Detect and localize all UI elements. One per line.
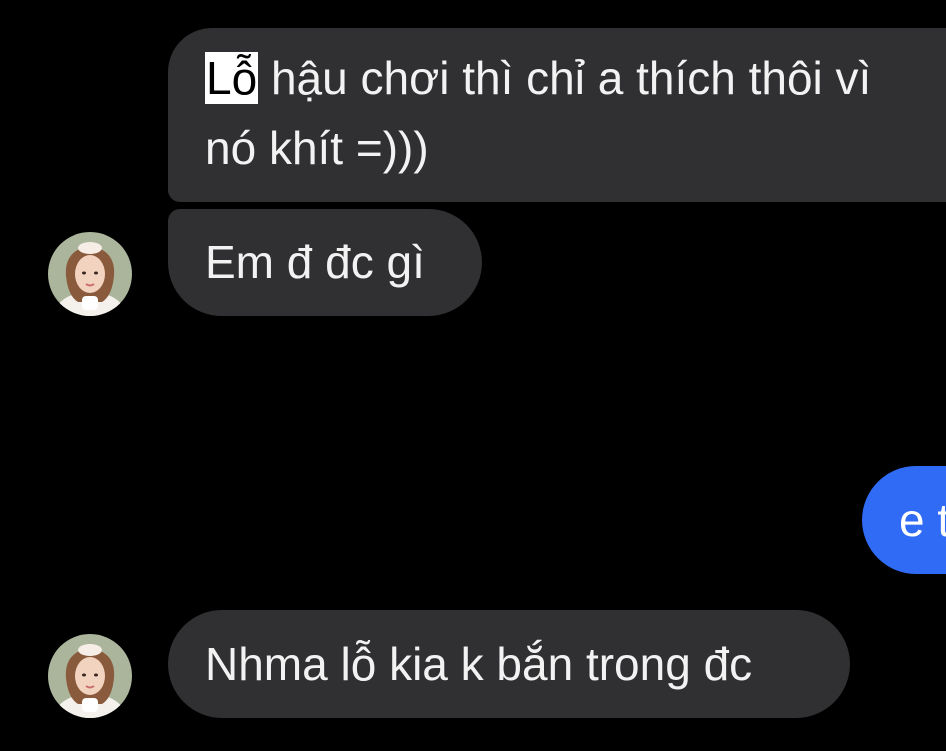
message-bubble-incoming[interactable]: Nhma lỗ kia k bắn trong đc [168, 610, 850, 718]
avatar-image [48, 634, 132, 718]
message-bubble-incoming[interactable]: Lỗ hậu chơi thì chỉ a thích thôi vì nó k… [168, 28, 946, 202]
text-selection-highlight[interactable]: Lỗ [205, 52, 259, 104]
contact-avatar[interactable] [48, 232, 132, 316]
chat-thread: Lỗ hậu chơi thì chỉ a thích thôi vì nó k… [0, 0, 946, 751]
message-bubble-incoming[interactable]: Em đ đc gì [168, 209, 482, 316]
message-text: Nhma lỗ kia k bắn trong đc [205, 638, 753, 690]
message-text: hậu chơi thì chỉ a thích thôi vì [258, 52, 872, 104]
contact-avatar[interactable] [48, 634, 132, 718]
message-text: Em đ đc gì [205, 236, 425, 288]
message-bubble-outgoing[interactable]: e t [862, 466, 946, 574]
message-line: nó khít =))) [205, 122, 429, 174]
message-line: Lỗ hậu chơi thì chỉ a thích thôi vì [205, 43, 946, 113]
avatar-image [48, 232, 132, 316]
message-text: e t [899, 494, 946, 546]
